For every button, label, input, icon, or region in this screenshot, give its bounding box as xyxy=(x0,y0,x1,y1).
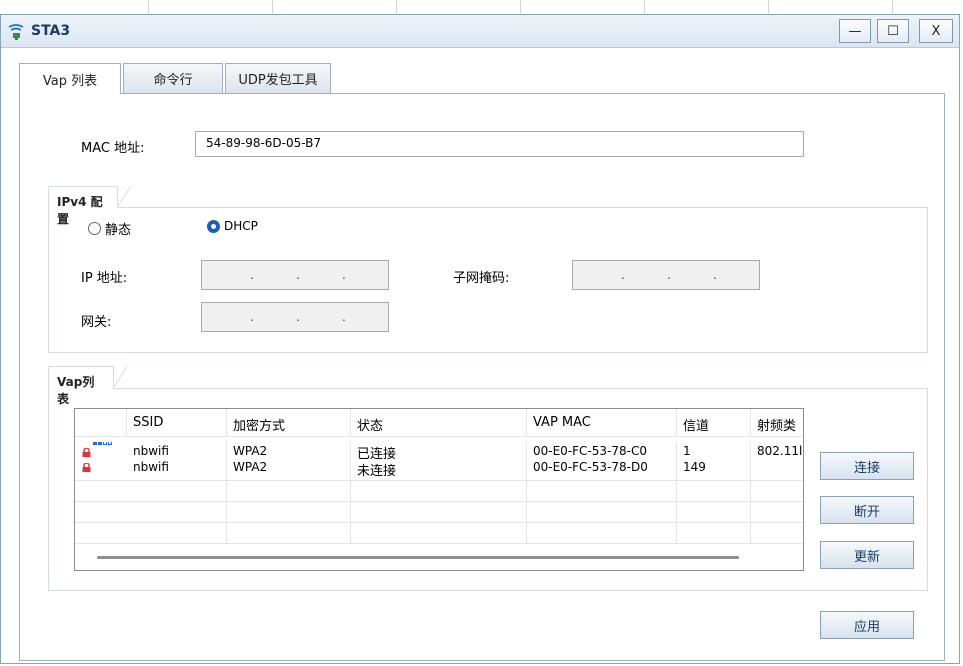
wifi-station-icon xyxy=(8,24,24,40)
vap-table[interactable]: SSID 加密方式 状态 VAP MAC 信道 射频类 nbwifi WPA2 … xyxy=(74,408,804,571)
apply-button[interactable]: 应用 xyxy=(820,611,914,639)
maximize-button[interactable]: ☐ xyxy=(877,19,909,43)
tab-vap-list[interactable]: Vap 列表 xyxy=(19,63,121,94)
column-header-radio-type[interactable]: 射频类 xyxy=(751,409,803,436)
table-row[interactable]: nbwifi WPA2 未连接 00-E0-FC-53-78-D0 149 xyxy=(75,460,803,481)
ip-address-label: IP 地址: xyxy=(81,271,128,286)
maximize-icon: ☐ xyxy=(887,23,899,39)
radio-selected-icon xyxy=(207,219,220,233)
connect-button[interactable]: 连接 xyxy=(820,452,914,480)
lock-icon xyxy=(82,448,91,457)
window-title: STA3 xyxy=(31,23,71,39)
ipv4-group-title: IPv4 配置 xyxy=(48,186,131,226)
title-bar[interactable]: STA3 — ☐ X xyxy=(1,15,959,48)
cell-encryption: WPA2 xyxy=(227,460,351,480)
column-header-encryption[interactable]: 加密方式 xyxy=(227,409,351,436)
cell-status: 未连接 xyxy=(351,460,527,480)
table-row-empty xyxy=(75,522,803,544)
column-header-channel[interactable]: 信道 xyxy=(677,409,751,436)
tab-udp-tool[interactable]: UDP发包工具 xyxy=(225,63,331,93)
close-button[interactable]: X xyxy=(919,19,953,43)
cell-vap-mac: 00-E0-FC-53-78-D0 xyxy=(527,460,677,480)
refresh-button[interactable]: 更新 xyxy=(820,541,914,569)
mac-address-field[interactable]: 54-89-98-6D-05-B7 xyxy=(195,131,804,157)
disconnect-button[interactable]: 断开 xyxy=(820,496,914,524)
lock-icon xyxy=(82,463,91,472)
cell-vap-mac: 00-E0-FC-53-78-C0 xyxy=(527,442,677,460)
mac-label: MAC 地址: xyxy=(81,141,145,156)
cell-channel: 1 xyxy=(677,442,751,460)
cell-channel: 149 xyxy=(677,460,751,480)
radio-circle-icon xyxy=(88,222,101,235)
horizontal-scrollbar[interactable] xyxy=(97,556,739,559)
cell-ssid: nbwifi xyxy=(127,442,227,460)
cell-radio-type: 802.11l xyxy=(757,444,803,458)
gateway-label: 网关: xyxy=(81,315,112,330)
radio-dhcp-label: DHCP xyxy=(224,219,258,233)
cell-status: 已连接 xyxy=(351,442,527,460)
table-row-empty xyxy=(75,501,803,523)
close-icon: X xyxy=(931,23,941,39)
radio-static[interactable]: 静态 xyxy=(88,219,131,238)
table-row-empty xyxy=(75,480,803,502)
vap-group-title: Vap列表 xyxy=(48,366,127,406)
subnet-mask-field[interactable]: ... xyxy=(572,260,760,290)
cell-radio-type xyxy=(751,460,803,480)
radio-static-label: 静态 xyxy=(105,223,132,238)
column-header-status[interactable]: 状态 xyxy=(351,409,527,436)
minimize-icon: — xyxy=(848,23,862,39)
table-row[interactable]: nbwifi WPA2 已连接 00-E0-FC-53-78-C0 1 802.… xyxy=(75,442,803,460)
tab-command-line[interactable]: 命令行 xyxy=(123,63,223,93)
table-header: SSID 加密方式 状态 VAP MAC 信道 射频类 xyxy=(75,409,803,437)
column-header-vap-mac[interactable]: VAP MAC xyxy=(527,409,677,436)
radio-dhcp[interactable]: DHCP xyxy=(207,219,258,233)
cell-ssid: nbwifi xyxy=(127,460,227,480)
column-header-ssid[interactable]: SSID xyxy=(127,409,227,436)
minimize-button[interactable]: — xyxy=(839,19,871,43)
column-header xyxy=(75,409,127,436)
cell-encryption: WPA2 xyxy=(227,442,351,460)
ip-address-field[interactable]: ... xyxy=(201,260,389,290)
gateway-field[interactable]: ... xyxy=(201,302,389,332)
background-grid xyxy=(0,0,963,14)
subnet-mask-label: 子网掩码: xyxy=(453,271,510,286)
